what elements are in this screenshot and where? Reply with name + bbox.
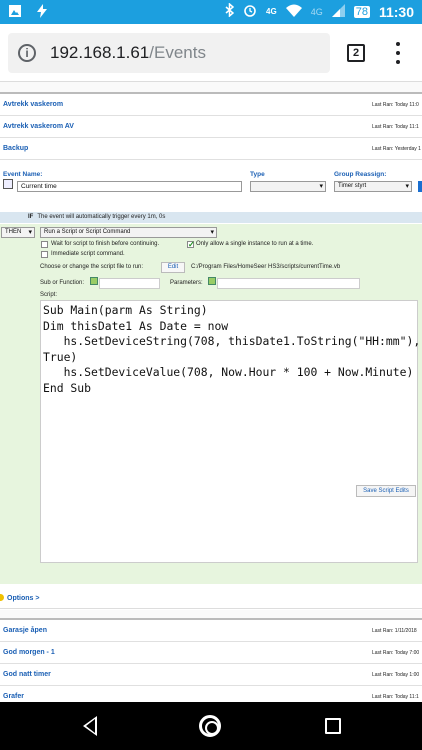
if-trigger-text: The event will automatically trigger eve… bbox=[37, 214, 166, 220]
script-label: Script: bbox=[40, 292, 58, 298]
params-field[interactable] bbox=[217, 278, 360, 289]
sub-field[interactable] bbox=[99, 278, 160, 289]
action-select[interactable]: Run a Script or Script Command bbox=[40, 227, 217, 238]
event-name-link[interactable]: Grafer bbox=[3, 693, 24, 700]
group-label: Group Reassign: bbox=[334, 171, 387, 178]
then-select[interactable]: THEN bbox=[1, 227, 35, 238]
alarm-icon bbox=[243, 3, 257, 20]
net-label: 4G bbox=[266, 7, 277, 16]
bluetooth-icon bbox=[225, 2, 235, 20]
options-link[interactable]: Options > bbox=[7, 595, 39, 602]
event-name-field[interactable]: Current time bbox=[17, 181, 242, 192]
params-label: Parameters: bbox=[170, 280, 203, 286]
signal-icon bbox=[331, 3, 345, 20]
info-icon[interactable]: i bbox=[18, 44, 36, 62]
event-row[interactable]: God natt timer Last Ran: Today 1:00 bbox=[0, 664, 422, 686]
last-ran-text: Last Ran: Today 11:1 bbox=[372, 124, 419, 130]
status-bar: 4G 4G 78 11:30 bbox=[0, 0, 422, 24]
group-select[interactable]: Timer styrt bbox=[334, 181, 412, 192]
if-trigger-bar: IF The event will automatically trigger e… bbox=[0, 212, 422, 223]
event-row[interactable]: Garasje åpen Last Ran: 1/11/2018 bbox=[0, 620, 422, 642]
bolt-icon bbox=[36, 4, 48, 21]
last-ran-text: Last Ran: Today 11:0 bbox=[372, 102, 419, 108]
last-ran-text: Last Ran: Today 1:00 bbox=[372, 672, 420, 678]
event-name-link[interactable]: God morgen - 1 bbox=[3, 649, 55, 656]
options-icon bbox=[0, 594, 4, 601]
save-script-button[interactable]: Save Script Edits bbox=[356, 485, 416, 497]
image-icon bbox=[8, 4, 22, 21]
url-text[interactable]: 192.168.1.61/Events bbox=[50, 43, 206, 63]
single-instance-checkbox[interactable]: ✓ bbox=[187, 241, 195, 249]
if-label: IF bbox=[28, 214, 34, 220]
event-row[interactable]: Avtrekk vaskerom Last Ran: Today 11:0 bbox=[0, 94, 422, 116]
section-divider bbox=[0, 610, 422, 620]
event-row[interactable]: Avtrekk vaskerom AV Last Ran: Today 11:1 bbox=[0, 116, 422, 138]
last-ran-text: Last Ran: 1/11/2018 bbox=[372, 628, 417, 634]
sub-picker-icon[interactable] bbox=[90, 277, 98, 285]
event-row[interactable]: God morgen - 1 Last Ran: Today 7:00 bbox=[0, 642, 422, 664]
url-path: /Events bbox=[149, 43, 206, 62]
url-host: 192.168.1.61 bbox=[50, 43, 150, 62]
notepad-icon[interactable] bbox=[3, 179, 13, 189]
event-row[interactable]: Grafer Last Ran: Today 11:1 bbox=[0, 686, 422, 702]
wifi-icon bbox=[285, 4, 302, 20]
sub-label: Sub or Function: bbox=[40, 280, 85, 286]
last-ran-text: Last Ran: Yesterday 1 bbox=[372, 146, 421, 152]
event-name-link[interactable]: Avtrekk vaskerom bbox=[3, 101, 63, 108]
last-ran-text: Last Ran: Today 11:1 bbox=[372, 694, 419, 700]
clock: 11:30 bbox=[378, 3, 414, 20]
event-name-link[interactable]: Backup bbox=[3, 145, 28, 152]
options-row[interactable]: Options > bbox=[0, 589, 422, 609]
address-bar[interactable]: i 192.168.1.61/Events bbox=[8, 33, 330, 73]
battery-icon: 78 bbox=[353, 5, 370, 18]
home-icon[interactable] bbox=[199, 715, 221, 737]
params-picker-icon[interactable] bbox=[208, 277, 216, 285]
browser-toolbar: i 192.168.1.61/Events 2 bbox=[0, 24, 422, 82]
script-textarea[interactable]: Sub Main(parm As String) Dim thisDate1 A… bbox=[40, 300, 420, 563]
event-name-link[interactable]: Avtrekk vaskerom AV bbox=[3, 123, 74, 130]
event-name-link[interactable]: Garasje åpen bbox=[3, 627, 47, 634]
single-instance-label: Only allow a single instance to run at a… bbox=[196, 241, 314, 247]
back-icon[interactable] bbox=[83, 716, 97, 736]
header-divider bbox=[0, 82, 422, 94]
immediate-checkbox[interactable] bbox=[41, 251, 48, 258]
system-nav-bar bbox=[0, 702, 422, 750]
choose-script-label: Choose or change the script file to run: bbox=[40, 264, 144, 270]
event-name-label: Event Name: bbox=[3, 171, 43, 178]
group-action-icon[interactable] bbox=[418, 181, 422, 192]
wait-checkbox[interactable] bbox=[41, 241, 48, 248]
tab-switcher-button[interactable]: 2 bbox=[347, 44, 365, 62]
script-path: C:/Program Files/HomeSeer HS3/scripts/cu… bbox=[191, 264, 341, 270]
type-select[interactable] bbox=[250, 181, 326, 192]
edit-button[interactable]: Edit bbox=[161, 262, 185, 273]
event-name-link[interactable]: God natt timer bbox=[3, 671, 51, 678]
immediate-label: Immediate script command. bbox=[51, 251, 125, 257]
last-ran-text: Last Ran: Today 7:00 bbox=[372, 650, 420, 656]
event-editor: Event Name: Current time Type Group Reas… bbox=[0, 162, 422, 592]
type-label: Type bbox=[250, 171, 265, 178]
net-label-2: 4G bbox=[310, 6, 323, 17]
page-content: Avtrekk vaskerom Last Ran: Today 11:0 Av… bbox=[0, 82, 422, 702]
wait-label: Wait for script to finish before continu… bbox=[51, 241, 160, 247]
overflow-menu-icon[interactable] bbox=[394, 42, 402, 64]
event-list-bottom: Garasje åpen Last Ran: 1/11/2018 God mor… bbox=[0, 620, 422, 702]
recents-icon[interactable] bbox=[325, 718, 341, 734]
event-row[interactable]: Backup Last Ran: Yesterday 1 bbox=[0, 138, 422, 160]
